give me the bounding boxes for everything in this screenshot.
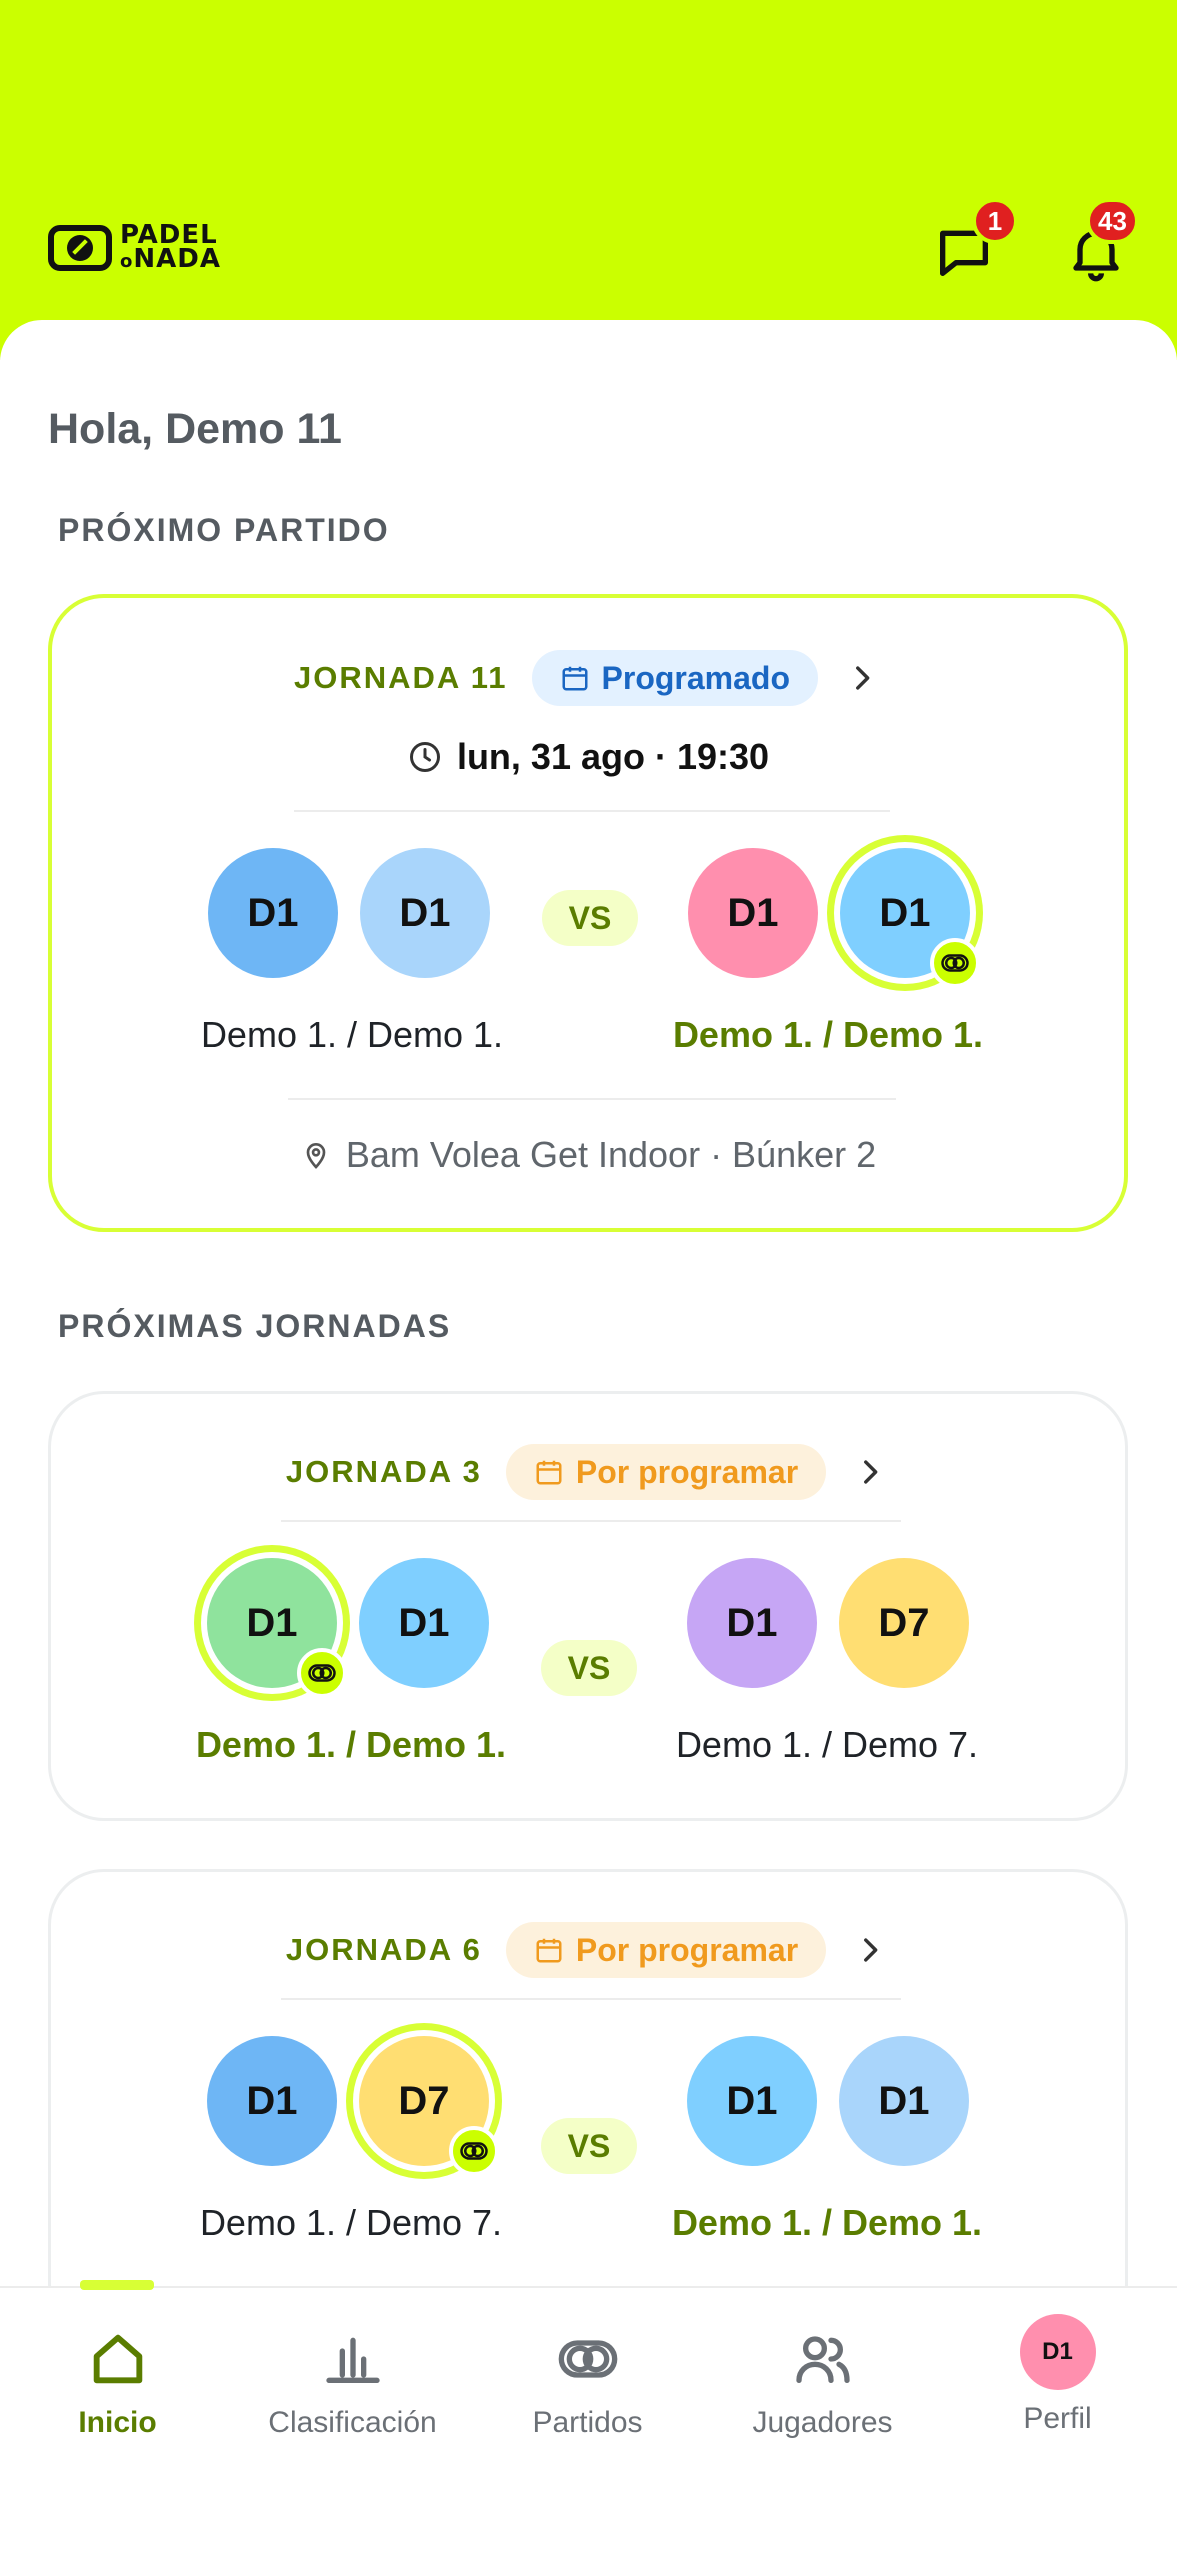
team-left-names: Demo 1. / Demo 1. <box>200 1014 504 1055</box>
nav-clasificacion[interactable]: Clasificación <box>235 2288 470 2488</box>
status-text: Por programar <box>575 1453 799 1490</box>
nav-label: Inicio <box>78 2406 157 2439</box>
avatar: D1 <box>359 1558 489 1688</box>
round-label: JORNADA 6 <box>285 1932 482 1967</box>
avatar: D7 <box>839 1558 969 1688</box>
calendar-icon <box>536 1460 562 1485</box>
nav-label: Perfil <box>1023 2402 1092 2435</box>
chevron-right-icon[interactable] <box>842 658 882 698</box>
round-card[interactable]: JORNADA 6 Por programar D1 D7 VS D1 D1 D… <box>48 1869 1128 2339</box>
round-label: JORNADA 11 <box>293 660 508 695</box>
app-logo: PADEL oNADA <box>48 220 221 276</box>
logo-text: PADEL oNADA <box>120 222 221 274</box>
divider <box>288 1098 896 1100</box>
avatar: D1 <box>687 1558 817 1688</box>
nav-label: Jugadores <box>752 2406 893 2439</box>
round-row: JORNADA 3 Por programar <box>51 1444 1125 1500</box>
divider <box>281 1520 901 1522</box>
match-datetime: lun, 31 ago · 19:30 <box>52 736 1124 778</box>
status-text: Programado <box>601 659 790 696</box>
location-pin-icon <box>306 1143 326 1169</box>
greeting: Hola, Demo 11 <box>48 405 342 453</box>
nav-inicio[interactable]: Inicio <box>0 2288 235 2488</box>
notifications-button[interactable]: 43 <box>1064 198 1139 290</box>
calendar-icon <box>536 1938 562 1963</box>
clock-icon <box>409 742 440 772</box>
divider <box>294 810 890 812</box>
match-icon <box>930 938 980 988</box>
round-card[interactable]: JORNADA 3 Por programar D1 D1 VS D1 D7 D… <box>48 1391 1128 1821</box>
team-right-names: Demo 1. / Demo 1. <box>672 1014 984 1055</box>
calendar-icon <box>562 666 588 691</box>
team-left-names: Demo 1. / Demo 7. <box>199 2202 503 2243</box>
avatar: D1 <box>207 2036 337 2166</box>
chevron-right-icon[interactable] <box>850 1930 890 1970</box>
home-icon <box>83 2324 153 2394</box>
match-icon <box>297 1648 347 1698</box>
status-badge: Por programar <box>505 1444 827 1500</box>
messages-badge: 1 <box>972 198 1018 244</box>
upcoming-title: PRÓXIMAS JORNADAS <box>58 1308 452 1344</box>
profile-avatar: D1 <box>1019 2314 1096 2390</box>
round-row: JORNADA 11 Programado <box>52 650 1124 706</box>
nav-label: Clasificación <box>268 2406 437 2439</box>
status-text: Por programar <box>575 1931 799 1968</box>
logo-line-2: NADA <box>133 243 221 274</box>
match-icon <box>553 2324 623 2394</box>
team-right-names: Demo 1. / Demo 7. <box>675 1724 979 1765</box>
padel-ball-icon <box>48 225 112 271</box>
notifications-badge: 43 <box>1086 198 1139 244</box>
logo-line-2-small: o <box>120 250 134 272</box>
team-left-names: Demo 1. / Demo 1. <box>195 1724 507 1765</box>
vs-badge: VS <box>541 1640 637 1696</box>
nav-perfil[interactable]: D1 Perfil <box>940 2288 1175 2488</box>
app-header <box>0 0 1177 360</box>
users-icon <box>788 2324 858 2394</box>
next-match-card[interactable]: JORNADA 11 Programado lun, 31 ago · 19:3… <box>48 594 1128 1232</box>
match-icon <box>449 2126 499 2176</box>
avatar: D1 <box>208 848 338 978</box>
bar-chart-icon <box>318 2324 388 2394</box>
avatar: D1 <box>360 848 490 978</box>
avatar: D1 <box>688 848 818 978</box>
avatar: D1 <box>687 2036 817 2166</box>
next-match-title: PRÓXIMO PARTIDO <box>58 512 390 548</box>
divider <box>281 1998 901 2000</box>
round-row: JORNADA 6 Por programar <box>51 1922 1125 1978</box>
messages-button[interactable]: 1 <box>932 198 1018 290</box>
chevron-right-icon[interactable] <box>850 1452 890 1492</box>
vs-badge: VS <box>542 890 638 946</box>
venue-text: Bam Volea Get Indoor · Búnker 2 <box>345 1134 877 1175</box>
team-right-names: Demo 1. / Demo 1. <box>671 2202 983 2243</box>
bottom-navigation: Inicio Clasificación Partidos Jugadores … <box>0 2280 1177 2560</box>
venue: Bam Volea Get Indoor · Búnker 2 <box>52 1134 1124 1176</box>
status-badge: Programado <box>531 650 818 706</box>
status-badge: Por programar <box>505 1922 827 1978</box>
nav-jugadores[interactable]: Jugadores <box>705 2288 940 2488</box>
avatar: D1 <box>839 2036 969 2166</box>
nav-partidos[interactable]: Partidos <box>470 2288 705 2488</box>
vs-badge: VS <box>541 2118 637 2174</box>
nav-label: Partidos <box>532 2406 643 2439</box>
datetime-text: lun, 31 ago · 19:30 <box>456 736 770 777</box>
round-label: JORNADA 3 <box>285 1454 482 1489</box>
